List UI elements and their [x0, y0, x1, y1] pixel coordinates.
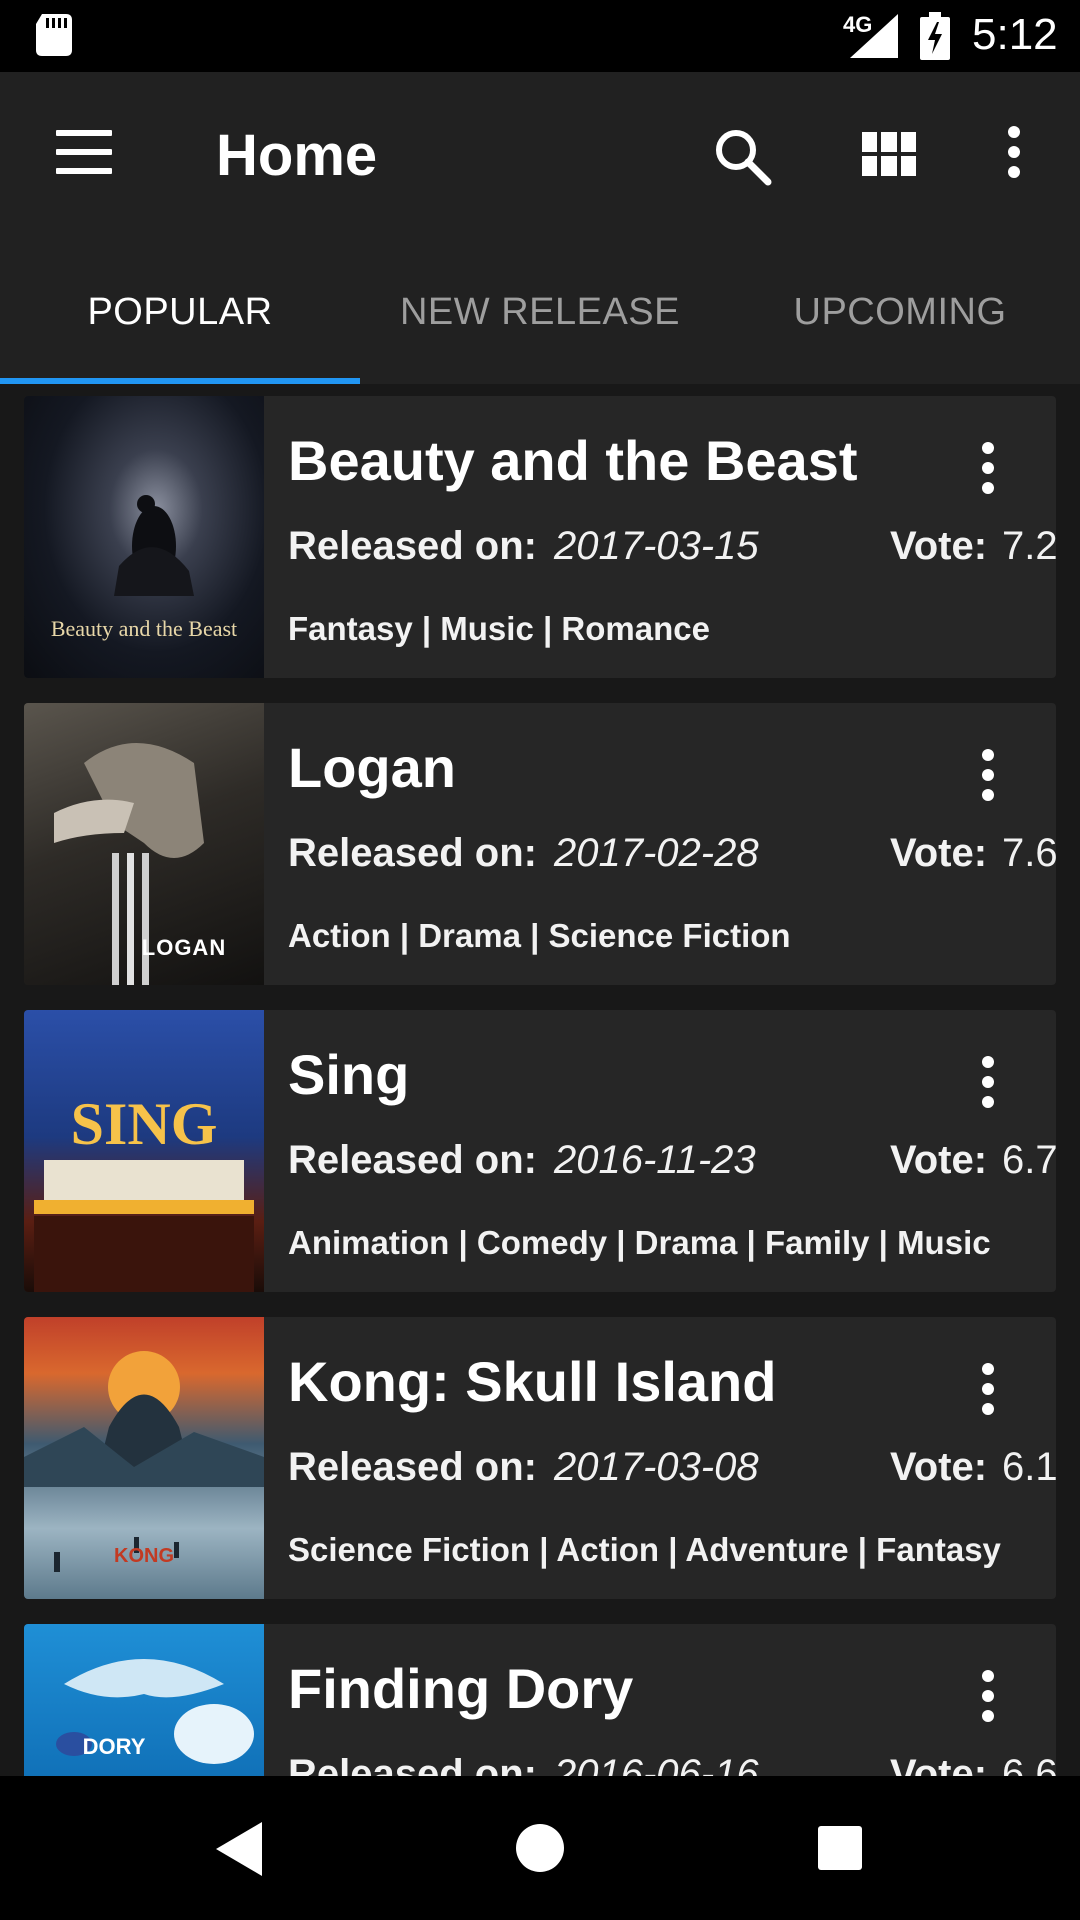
system-nav-bar [0, 1776, 1080, 1920]
movie-poster[interactable]: LOGAN [24, 703, 264, 985]
grid-view-icon[interactable] [862, 132, 916, 176]
more-vert-icon[interactable] [974, 1056, 1002, 1116]
vote-value: 7.2 [1002, 524, 1056, 568]
movie-poster[interactable]: SING [24, 1010, 264, 1292]
movie-card[interactable]: DORY Finding Dory Released on: 2016-06-1… [24, 1624, 1056, 1776]
movie-card[interactable]: Beauty and the Beast Beauty and the Beas… [24, 396, 1056, 678]
movie-genres: Science Fiction | Action | Adventure | F… [288, 1531, 1001, 1568]
vote-value: 7.6 [1002, 831, 1056, 875]
battery-charging-icon [920, 12, 950, 60]
released-label: Released on: [288, 1752, 537, 1776]
vote-label: Vote: [890, 1752, 988, 1776]
movie-genres: Fantasy | Music | Romance [288, 610, 710, 647]
poster-title: Beauty and the Beast [50, 616, 238, 641]
movie-card[interactable]: SING Sing Released on: 2016-11-23 Vote: … [24, 1010, 1056, 1292]
more-vert-icon[interactable] [974, 1670, 1002, 1730]
movie-title: Finding Dory [288, 1657, 634, 1720]
more-vert-icon[interactable] [974, 749, 1002, 809]
vote-label: Vote: [890, 1138, 988, 1182]
released-label: Released on: [288, 524, 537, 568]
recents-icon[interactable] [818, 1826, 862, 1870]
release-date: 2017-03-15 [554, 524, 759, 568]
home-icon[interactable] [516, 1824, 564, 1872]
released-label: Released on: [288, 1138, 537, 1182]
back-icon[interactable] [216, 1822, 262, 1876]
release-date: 2016-06-16 [554, 1752, 759, 1776]
movie-title: Beauty and the Beast [288, 429, 858, 492]
movie-poster[interactable]: DORY [24, 1624, 264, 1776]
vote-label: Vote: [890, 1445, 988, 1489]
status-bar: 4G 5:12 [0, 0, 1080, 72]
vote-value: 6.6 [1002, 1752, 1056, 1776]
search-icon[interactable] [712, 126, 772, 186]
released-label: Released on: [288, 831, 537, 875]
movie-list[interactable]: Beauty and the Beast Beauty and the Beas… [0, 384, 1080, 1776]
tab-label: UPCOMING [793, 290, 1007, 333]
vote-value: 6.1 [1002, 1445, 1056, 1489]
released-label: Released on: [288, 1445, 537, 1489]
movie-title: Logan [288, 736, 456, 799]
vote-value: 6.7 [1002, 1138, 1056, 1182]
poster-title: DORY [82, 1734, 146, 1759]
poster-title: SING [70, 1091, 218, 1157]
tab-popular[interactable]: POPULAR [0, 240, 360, 384]
release-date: 2016-11-23 [554, 1138, 756, 1182]
tab-label: NEW RELEASE [399, 290, 681, 333]
movie-title: Sing [288, 1043, 410, 1106]
tab-upcoming[interactable]: UPCOMING [720, 240, 1080, 384]
menu-icon[interactable] [56, 130, 112, 174]
more-vert-icon[interactable] [974, 1363, 1002, 1423]
movie-card[interactable]: LOGAN Logan Released on: 2017-02-28 Vote… [24, 703, 1056, 985]
signal-icon [850, 14, 898, 58]
more-vert-icon[interactable] [974, 442, 1002, 502]
vote-label: Vote: [890, 524, 988, 568]
poster-title: KONG [114, 1545, 174, 1567]
movie-poster[interactable]: KONG [24, 1317, 264, 1599]
movie-genres: Action | Drama | Science Fiction [288, 917, 791, 954]
vote-label: Vote: [890, 831, 988, 875]
release-date: 2017-03-08 [554, 1445, 759, 1489]
clock: 5:12 [972, 10, 1058, 59]
movie-genres: Animation | Comedy | Drama | Family | Mu… [288, 1224, 991, 1261]
tab-label: POPULAR [87, 290, 273, 333]
release-date: 2017-02-28 [554, 831, 759, 875]
poster-title: LOGAN [141, 935, 227, 960]
page-title: Home [216, 123, 378, 188]
app-toolbar: Home [0, 72, 1080, 240]
tab-bar: POPULAR NEW RELEASE UPCOMING [0, 240, 1080, 384]
sd-card-icon [36, 14, 72, 56]
more-vert-icon[interactable] [1000, 126, 1028, 182]
movie-card[interactable]: KONG Kong: Skull Island Released on: 201… [24, 1317, 1056, 1599]
movie-title: Kong: Skull Island [288, 1350, 777, 1413]
tab-new-release[interactable]: NEW RELEASE [360, 240, 720, 384]
movie-poster[interactable]: Beauty and the Beast [24, 396, 264, 678]
